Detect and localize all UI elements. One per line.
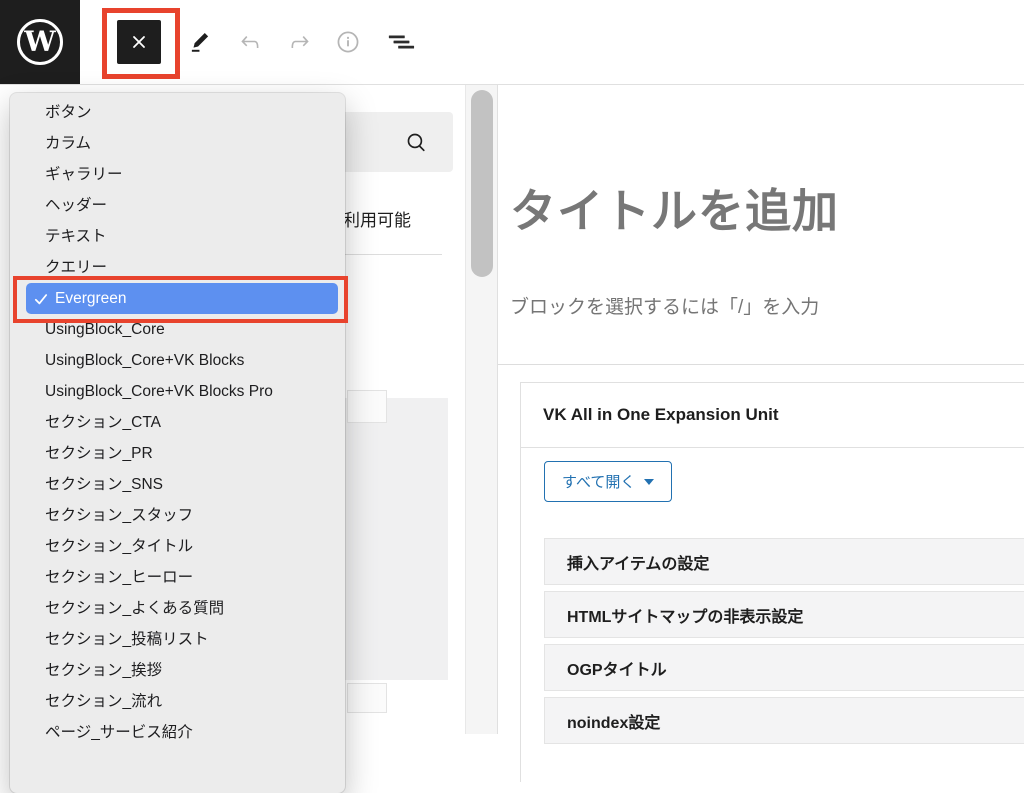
dropdown-menu-item[interactable]: セクション_PR	[10, 438, 345, 469]
dropdown-item-label: セクション_流れ	[45, 693, 162, 710]
block-search-input[interactable]	[338, 112, 453, 172]
dropdown-menu-item[interactable]: ギャラリー	[10, 159, 345, 190]
dropdown-item-label: セクション_よくある質問	[45, 600, 224, 617]
accordion-section-header[interactable]: noindex設定	[544, 697, 1024, 744]
accordion-section-label: 挿入アイテムの設定	[567, 550, 709, 574]
pattern-chip	[347, 390, 387, 423]
check-icon	[33, 291, 49, 307]
dropdown-menu-item[interactable]: セクション_タイトル	[10, 531, 345, 562]
dropdown-item-label: セクション_SNS	[45, 476, 163, 493]
accordion-section-label: OGPタイトル	[567, 656, 667, 680]
metabox-body: すべて開く 挿入アイテムの設定 HTMLサイトマップの非表示設定 OGPタイトル…	[521, 448, 1024, 744]
pattern-preview-fragment	[345, 398, 448, 680]
dropdown-menu-item[interactable]: テキスト	[10, 221, 345, 252]
dropdown-menu-item[interactable]: ページ_サービス紹介	[10, 717, 345, 748]
accordion-section-header[interactable]: HTMLサイトマップの非表示設定	[544, 591, 1024, 638]
block-category-dropdown: ボタン カラム ギャラリー ヘッダー テキスト クエリー	[10, 93, 345, 793]
undo-button[interactable]	[236, 28, 264, 56]
dropdown-item-label: セクション_CTA	[45, 414, 161, 431]
metabox-title: VK All in One Expansion Unit	[543, 405, 779, 425]
tab-available[interactable]: 利用可能	[343, 206, 411, 231]
accordion-section-label: HTMLサイトマップの非表示設定	[567, 603, 803, 627]
dropdown-menu-item[interactable]: セクション_スタッフ	[10, 500, 345, 531]
accordion-section-header[interactable]: 挿入アイテムの設定	[544, 538, 1024, 585]
pencil-icon	[187, 29, 213, 55]
dropdown-item-label: セクション_ヒーロー	[45, 569, 193, 586]
tab-underline	[338, 254, 442, 255]
dropdown-item-label: カラム	[45, 135, 91, 152]
close-icon	[131, 34, 147, 50]
open-all-button[interactable]: すべて開く	[544, 461, 672, 502]
dropdown-item-label: セクション_PR	[45, 445, 153, 462]
dropdown-menu-item[interactable]: UsingBlock_Core+VK Blocks Pro	[10, 376, 345, 407]
post-body-placeholder[interactable]: ブロックを選択するには「/」を入力	[510, 292, 1010, 319]
dropdown-item-label: ページ_サービス紹介	[45, 724, 193, 741]
editor-toolbar: W	[0, 0, 1024, 85]
metabox-header[interactable]: VK All in One Expansion Unit	[521, 383, 1024, 448]
dropdown-menu-item[interactable]: カラム	[10, 128, 345, 159]
dropdown-menu-item[interactable]: セクション_ヒーロー	[10, 562, 345, 593]
dropdown-item-label: テキスト	[45, 228, 107, 245]
dropdown-item-label: ギャラリー	[45, 166, 123, 183]
dropdown-menu-item[interactable]: セクション_流れ	[10, 686, 345, 717]
dropdown-menu-item[interactable]: セクション_よくある質問	[10, 593, 345, 624]
redo-icon	[287, 29, 313, 55]
open-all-label: すべて開く	[562, 471, 635, 492]
scrollbar-thumb[interactable]	[471, 90, 493, 277]
dropdown-menu-item[interactable]: セクション_挨拶	[10, 655, 345, 686]
dropdown-menu-item[interactable]: UsingBlock_Core	[10, 314, 345, 345]
info-icon	[334, 28, 362, 56]
search-icon	[404, 130, 429, 155]
settings-accordion: 挿入アイテムの設定 HTMLサイトマップの非表示設定 OGPタイトル noind…	[544, 538, 1024, 744]
edit-mode-button[interactable]	[186, 28, 214, 56]
accordion-section-label: noindex設定	[567, 709, 660, 733]
dropdown-menu-item[interactable]: Evergreen	[26, 283, 338, 314]
dropdown-item-label: UsingBlock_Core	[45, 321, 165, 338]
dropdown-item-label: クエリー	[45, 259, 107, 276]
list-view-icon	[387, 29, 415, 55]
accordion-section-header[interactable]: OGPタイトル	[544, 644, 1024, 691]
dropdown-item-label: UsingBlock_Core+VK Blocks Pro	[45, 383, 273, 400]
dropdown-item-label: ヘッダー	[45, 197, 107, 214]
dropdown-menu-item[interactable]: UsingBlock_Core+VK Blocks	[10, 345, 345, 376]
redo-button[interactable]	[286, 28, 314, 56]
undo-icon	[237, 29, 263, 55]
dropdown-menu-item[interactable]: セクション_SNS	[10, 469, 345, 500]
editor-canvas: タイトルを追加 ブロックを選択するには「/」を入力 VK All in One …	[498, 85, 1024, 734]
dropdown-item-label: セクション_挨拶	[45, 662, 162, 679]
wordpress-logo-button[interactable]: W	[0, 0, 80, 84]
chevron-down-icon	[644, 479, 654, 485]
dropdown-item-label: UsingBlock_Core+VK Blocks	[45, 352, 244, 369]
canvas-divider	[498, 364, 1024, 365]
pattern-chip	[347, 683, 387, 713]
dropdown-item-label: Evergreen	[55, 283, 127, 314]
inserter-scrollbar[interactable]	[465, 85, 498, 734]
details-button[interactable]	[334, 28, 362, 56]
dropdown-item-label: セクション_投稿リスト	[45, 631, 209, 648]
wordpress-logo-icon: W	[17, 19, 63, 65]
dropdown-item-label: セクション_スタッフ	[45, 507, 193, 524]
dropdown-menu-item[interactable]: ボタン	[10, 97, 345, 128]
vk-exunit-metabox: VK All in One Expansion Unit すべて開く 挿入アイテ…	[520, 382, 1024, 782]
dropdown-menu-item[interactable]: セクション_CTA	[10, 407, 345, 438]
post-title-placeholder[interactable]: タイトルを追加	[510, 175, 1010, 241]
dropdown-menu-item[interactable]: ヘッダー	[10, 190, 345, 221]
dropdown-menu-item[interactable]: クエリー	[10, 252, 345, 283]
dropdown-item-label: ボタン	[45, 104, 92, 121]
dropdown-item-label: セクション_タイトル	[45, 538, 193, 555]
close-inserter-button[interactable]	[117, 20, 161, 64]
list-view-button[interactable]	[387, 28, 415, 56]
dropdown-menu-item[interactable]: セクション_投稿リスト	[10, 624, 345, 655]
